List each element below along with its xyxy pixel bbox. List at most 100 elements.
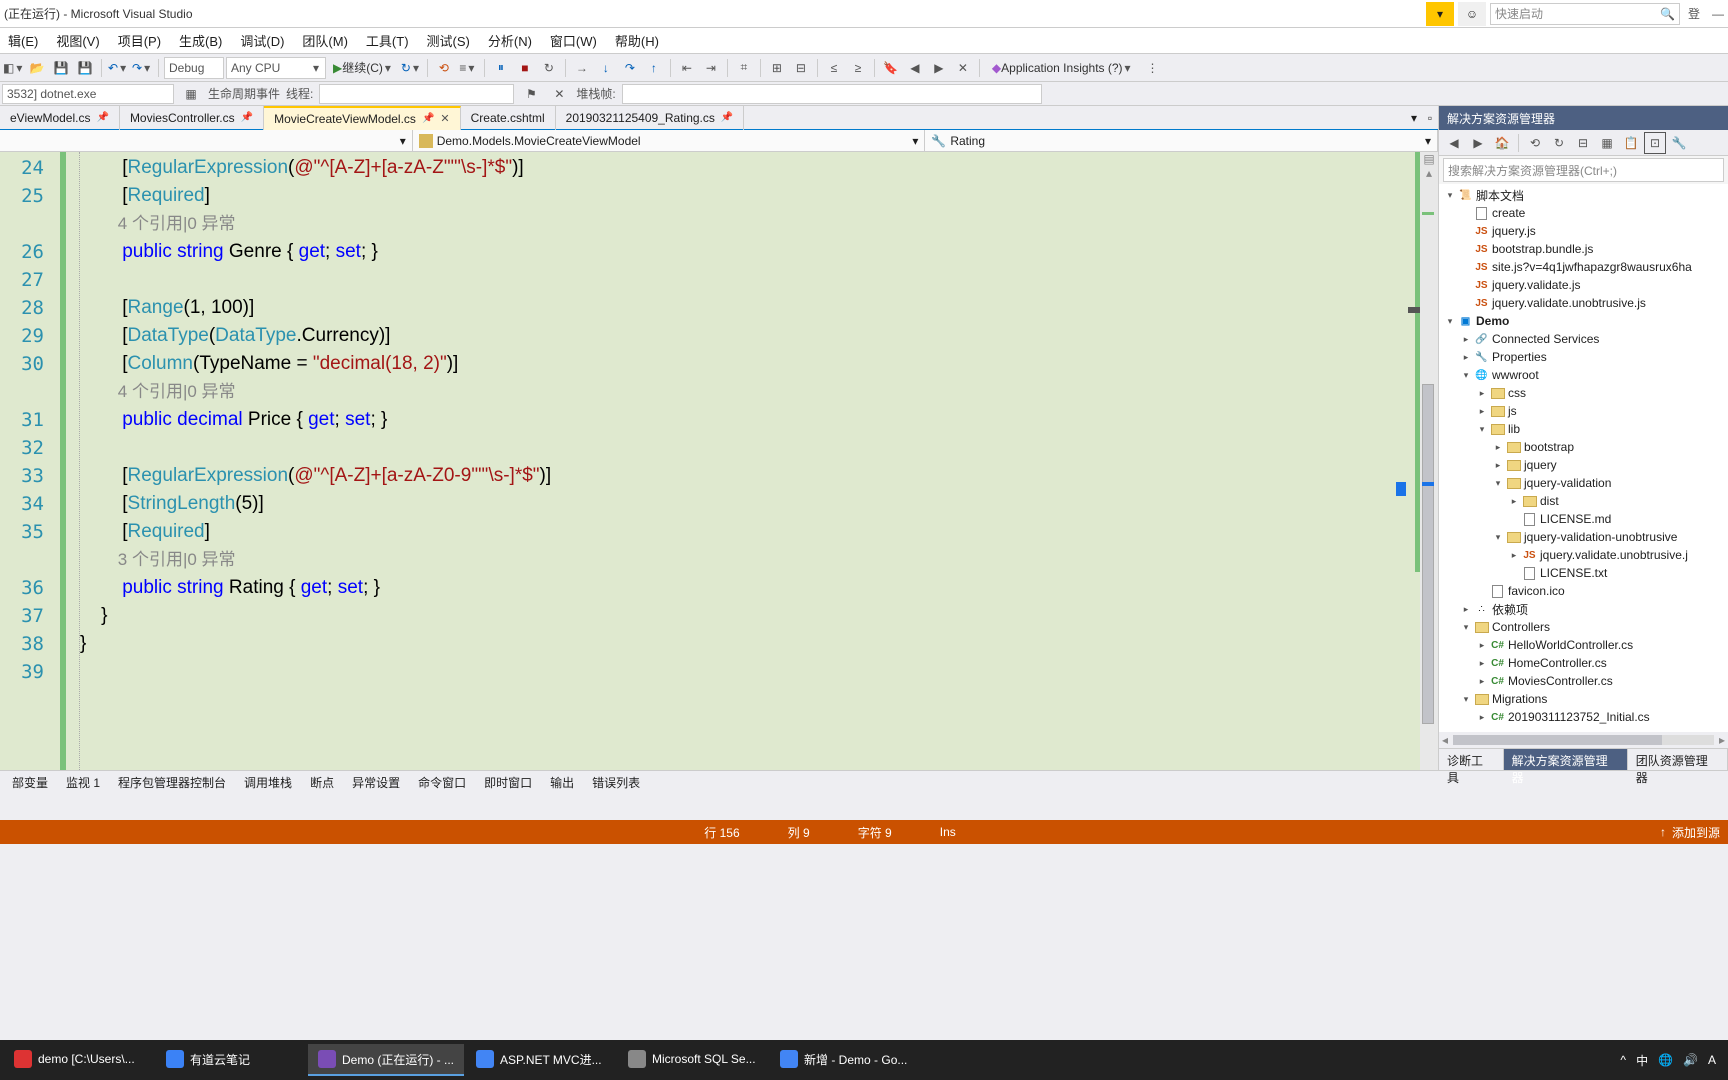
tool-tab[interactable]: 解决方案资源管理器 (1504, 749, 1628, 770)
bottom-tab[interactable]: 监视 1 (58, 771, 108, 794)
tree-node[interactable]: ▾lib (1439, 420, 1728, 438)
document-tab[interactable]: MovieCreateViewModel.cs📌✕ (264, 106, 461, 130)
stackframe-dropdown[interactable] (622, 84, 1042, 104)
menu-item[interactable]: 视图(V) (48, 27, 107, 54)
thread-dropdown[interactable] (319, 84, 514, 104)
pin-icon[interactable]: 📌 (241, 112, 253, 123)
code-map-icon[interactable]: ⌗ (733, 57, 755, 79)
solution-tree[interactable]: ▾📜脚本文档createJSjquery.jsJSbootstrap.bundl… (1439, 184, 1728, 732)
menu-item[interactable]: 测试(S) (419, 27, 478, 54)
comment-icon[interactable]: ⊞ (766, 57, 788, 79)
browser-link-icon[interactable]: ⟲ (433, 57, 455, 79)
taskbar-item[interactable]: ASP.NET MVC进... (466, 1044, 616, 1076)
refresh-icon[interactable]: ↻▾ (400, 57, 422, 79)
solution-platform-dropdown[interactable]: Any CPU▾ (226, 57, 326, 79)
document-tab[interactable]: MoviesController.cs📌 (120, 106, 264, 130)
publish-icon[interactable]: ≡▾ (457, 57, 479, 79)
bottom-tab[interactable]: 即时窗口 (476, 771, 540, 794)
preview-icon[interactable]: ⊡ (1644, 132, 1666, 154)
horizontal-scrollbar[interactable]: ◂▸ (1439, 732, 1728, 748)
document-tab[interactable]: 20190321125409_Rating.cs📌 (556, 106, 745, 130)
tab-toggle-icon[interactable]: ▫ (1422, 111, 1438, 125)
new-item-icon[interactable]: ◧▾ (2, 57, 24, 79)
tree-node[interactable]: ▾🌐wwwroot (1439, 366, 1728, 384)
menu-item[interactable]: 辑(E) (0, 27, 46, 54)
taskbar-item[interactable]: Microsoft SQL Se... (618, 1044, 768, 1076)
toolbar-overflow-icon[interactable]: ⋮ (1142, 57, 1164, 79)
tree-node[interactable]: ▸C#20190311123752_Initial.cs (1439, 708, 1728, 726)
back-icon[interactable]: ◀ (1443, 132, 1465, 154)
sync-icon[interactable]: ⟲ (1524, 132, 1546, 154)
pin-icon[interactable]: 📌 (96, 112, 108, 123)
menu-item[interactable]: 工具(T) (358, 27, 417, 54)
tree-node[interactable]: JSjquery.js (1439, 222, 1728, 240)
tree-node[interactable]: ▸css (1439, 384, 1728, 402)
clear-bookmarks-icon[interactable]: ✕ (952, 57, 974, 79)
member-dropdown[interactable]: 🔧Rating▾ (925, 130, 1438, 151)
next-bookmark-icon[interactable]: ▶ (928, 57, 950, 79)
bottom-tab[interactable]: 调用堆栈 (236, 771, 300, 794)
taskbar-item[interactable]: demo [C:\Users\... (4, 1044, 154, 1076)
menu-item[interactable]: 生成(B) (171, 27, 230, 54)
bottom-tab[interactable]: 程序包管理器控制台 (110, 771, 234, 794)
continue-button[interactable]: ▶ 继续(C) ▾ (328, 57, 398, 79)
bottom-tab[interactable]: 断点 (302, 771, 342, 794)
tree-node[interactable]: JSsite.js?v=4q1jwfhapazgr8wausrux6ha (1439, 258, 1728, 276)
menu-item[interactable]: 项目(P) (110, 27, 169, 54)
tray-up-icon[interactable]: ^ (1620, 1053, 1626, 1067)
notifications-flag-icon[interactable]: ▾ (1426, 2, 1454, 26)
taskbar-item[interactable]: 新增 - Demo - Go... (770, 1044, 920, 1076)
tree-node[interactable]: ▸js (1439, 402, 1728, 420)
show-all-files-icon[interactable]: ▦ (1596, 132, 1618, 154)
solution-explorer-title[interactable]: 解决方案资源管理器 (1439, 106, 1728, 130)
pin-icon[interactable]: 📌 (422, 113, 434, 124)
uncomment-icon[interactable]: ⊟ (790, 57, 812, 79)
step-forward-icon[interactable]: ⇥ (700, 57, 722, 79)
tree-node[interactable]: ▸🔗Connected Services (1439, 330, 1728, 348)
indent-more-icon[interactable]: ≥ (847, 57, 869, 79)
tree-node[interactable]: ▾▣Demo (1439, 312, 1728, 330)
status-add-source[interactable]: ↑添加到源 (1660, 824, 1728, 841)
tree-node[interactable]: ▾Migrations (1439, 690, 1728, 708)
tree-node[interactable]: ▸C#MoviesController.cs (1439, 672, 1728, 690)
tool-tab[interactable]: 诊断工具 (1439, 749, 1504, 770)
open-file-icon[interactable]: 📂 (26, 57, 48, 79)
tree-node[interactable]: ▸🔧Properties (1439, 348, 1728, 366)
bookmark-icon[interactable]: 🔖 (880, 57, 902, 79)
bottom-tab[interactable]: 命令窗口 (410, 771, 474, 794)
taskbar-item[interactable]: 有道云笔记 (156, 1044, 306, 1076)
menu-item[interactable]: 调试(D) (232, 27, 292, 54)
feedback-icon[interactable]: ☺ (1458, 2, 1486, 26)
tree-node[interactable]: ▸JSjquery.validate.unobtrusive.j (1439, 546, 1728, 564)
tree-node[interactable]: ▸jquery (1439, 456, 1728, 474)
tree-node[interactable]: ▸C#HomeController.cs (1439, 654, 1728, 672)
project-scope-dropdown[interactable]: ▾ (0, 130, 413, 151)
undo-icon[interactable]: ↶▾ (107, 57, 129, 79)
view-class-icon[interactable]: 🔧 (1668, 132, 1690, 154)
tree-node[interactable]: ▾jquery-validation (1439, 474, 1728, 492)
save-icon[interactable]: 💾 (50, 57, 72, 79)
tree-node[interactable]: ▸dist (1439, 492, 1728, 510)
taskbar-item[interactable]: Demo (正在运行) - ... (308, 1044, 464, 1076)
redo-icon[interactable]: ↷▾ (131, 57, 153, 79)
tab-overflow-icon[interactable]: ▾ (1406, 111, 1422, 125)
tree-node[interactable]: JSbootstrap.bundle.js (1439, 240, 1728, 258)
split-view-icon[interactable]: ▤ (1420, 152, 1438, 166)
tree-node[interactable]: ▾Controllers (1439, 618, 1728, 636)
menu-item[interactable]: 帮助(H) (607, 27, 667, 54)
outlining-margin[interactable] (66, 152, 80, 770)
tool-tab[interactable]: 团队资源管理器 (1628, 749, 1728, 770)
bottom-tab[interactable]: 错误列表 (584, 771, 648, 794)
document-tab[interactable]: Create.cshtml (461, 106, 556, 130)
bottom-tab[interactable]: 输出 (542, 771, 582, 794)
insights-button[interactable]: ◆ Application Insights (?) ▾ (985, 57, 1140, 79)
stop-icon[interactable]: ■ (514, 57, 536, 79)
process-dropdown[interactable]: 3532] dotnet.exe (2, 84, 174, 104)
prev-bookmark-icon[interactable]: ◀ (904, 57, 926, 79)
restart-icon[interactable]: ↻ (538, 57, 560, 79)
minimize-icon[interactable]: — (1708, 7, 1728, 21)
collapse-all-icon[interactable]: ⊟ (1572, 132, 1594, 154)
tray-network-icon[interactable]: 🌐 (1658, 1053, 1673, 1067)
home-icon[interactable]: 🏠 (1491, 132, 1513, 154)
close-icon[interactable]: ✕ (440, 112, 449, 125)
